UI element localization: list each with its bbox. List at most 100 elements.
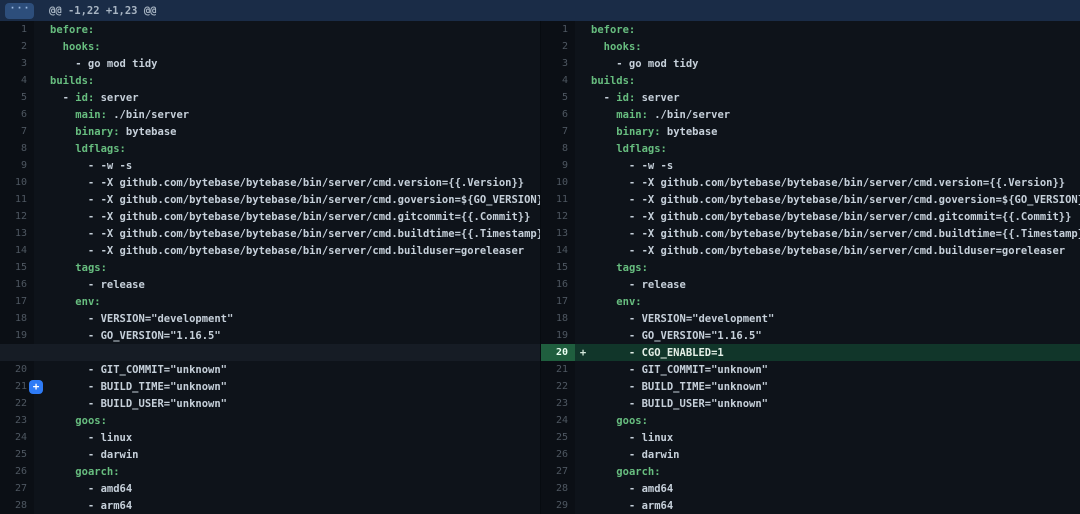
yaml-key: goos: — [75, 415, 107, 427]
line-number: 18 — [541, 310, 575, 327]
line-number: 10 — [0, 174, 34, 191]
code-line: goos: — [591, 415, 648, 427]
code-line: before: — [50, 24, 94, 36]
diff-row: 12 - -X github.com/bytebase/bytebase/bin… — [0, 208, 540, 225]
line-number: 18 — [0, 310, 34, 327]
diff-row: 22 - BUILD_TIME="unknown" — [541, 378, 1080, 395]
code-line: goos: — [50, 415, 107, 427]
diff-panes: 1before:2 hooks:3 - go mod tidy4builds:5… — [0, 21, 1080, 514]
yaml-text: - arm64 — [50, 500, 132, 512]
diff-row: 29 - arm64 — [541, 497, 1080, 514]
yaml-text — [50, 109, 75, 121]
yaml-text — [50, 41, 63, 53]
code-line: - linux — [50, 432, 132, 444]
line-number: 9 — [0, 157, 34, 174]
yaml-key: env: — [616, 296, 641, 308]
expand-hunk-button[interactable]: ··· — [5, 3, 34, 19]
code-line: - amd64 — [591, 483, 673, 495]
diff-row: 28 - amd64 — [541, 480, 1080, 497]
yaml-text: - BUILD_USER="unknown" — [50, 398, 227, 410]
code-line: - GIT_COMMIT="unknown" — [50, 364, 227, 376]
yaml-text — [50, 262, 75, 274]
yaml-text: - BUILD_TIME="unknown" — [591, 381, 768, 393]
yaml-text — [591, 262, 616, 274]
yaml-text: - linux — [50, 432, 132, 444]
diff-row: 2 hooks: — [0, 38, 540, 55]
diff-row: 21 - GIT_COMMIT="unknown" — [541, 361, 1080, 378]
yaml-text: - -w -s — [50, 160, 132, 172]
code-line: ldflags: — [591, 143, 667, 155]
code-line: - -X github.com/bytebase/bytebase/bin/se… — [50, 245, 524, 257]
code-line: - darwin — [591, 449, 680, 461]
code-line: - -w -s — [591, 160, 673, 172]
diff-pane-new: 1before:2 hooks:3 - go mod tidy4builds:5… — [540, 21, 1080, 514]
yaml-text: - -X github.com/bytebase/bytebase/bin/se… — [50, 211, 530, 223]
yaml-text: - GO_VERSION="1.16.5" — [50, 330, 221, 342]
diff-row: 13 - -X github.com/bytebase/bytebase/bin… — [0, 225, 540, 242]
line-number: 7 — [541, 123, 575, 140]
code-line: - GIT_COMMIT="unknown" — [591, 364, 768, 376]
yaml-key: tags: — [75, 262, 107, 274]
diff-row: 15 tags: — [0, 259, 540, 276]
diff-row: 12 - -X github.com/bytebase/bytebase/bin… — [541, 208, 1080, 225]
code-line: - id: server — [50, 92, 139, 104]
diff-row: 11 - -X github.com/bytebase/bytebase/bin… — [0, 191, 540, 208]
yaml-text: - GO_VERSION="1.16.5" — [591, 330, 762, 342]
line-number: 20 — [0, 361, 34, 378]
diff-row: 28 - arm64 — [0, 497, 540, 514]
yaml-key: tags: — [616, 262, 648, 274]
yaml-text: - -X github.com/bytebase/bytebase/bin/se… — [50, 245, 524, 257]
yaml-text: - go mod tidy — [50, 58, 157, 70]
diff-row: 14 - -X github.com/bytebase/bytebase/bin… — [0, 242, 540, 259]
diff-row: 27 - amd64 — [0, 480, 540, 497]
line-number: 14 — [0, 242, 34, 259]
code-line: - -X github.com/bytebase/bytebase/bin/se… — [50, 194, 540, 206]
yaml-text — [50, 296, 75, 308]
diff-row: 14 - -X github.com/bytebase/bytebase/bin… — [541, 242, 1080, 259]
code-line: - release — [591, 279, 686, 291]
line-number: 3 — [0, 55, 34, 72]
line-number: 13 — [0, 225, 34, 242]
diff-row: 8 ldflags: — [0, 140, 540, 157]
yaml-text: - darwin — [50, 449, 139, 461]
diff-row: 23 goos: — [0, 412, 540, 429]
code-line: - BUILD_USER="unknown" — [50, 398, 227, 410]
diff-row: 23 - BUILD_USER="unknown" — [541, 395, 1080, 412]
yaml-text: server — [635, 92, 679, 104]
code-line: - go mod tidy — [50, 58, 157, 70]
line-number: 7 — [0, 123, 34, 140]
diff-added-row: 20+ - CGO_ENABLED=1 — [541, 344, 1080, 361]
yaml-key: builds: — [50, 75, 94, 87]
code-line: - go mod tidy — [591, 58, 698, 70]
yaml-key: id: — [75, 92, 94, 104]
yaml-text — [591, 143, 616, 155]
code-line: - -w -s — [50, 160, 132, 172]
line-number: 13 — [541, 225, 575, 242]
line-number: 28 — [541, 480, 575, 497]
diff-row: 4builds: — [541, 72, 1080, 89]
yaml-key: goarch: — [75, 466, 119, 478]
yaml-key: ldflags: — [75, 143, 126, 155]
line-number: 17 — [0, 293, 34, 310]
yaml-text: - darwin — [591, 449, 680, 461]
diff-row: 17 env: — [541, 293, 1080, 310]
line-number: 5 — [0, 89, 34, 106]
line-number: 23 — [541, 395, 575, 412]
line-number: 24 — [541, 412, 575, 429]
code-line: tags: — [50, 262, 107, 274]
yaml-text: - release — [591, 279, 686, 291]
line-number: 11 — [0, 191, 34, 208]
yaml-key: hooks: — [604, 41, 642, 53]
hunk-header-bar: ··· @@ -1,22 +1,23 @@ — [0, 0, 1080, 21]
diff-pane-old: 1before:2 hooks:3 - go mod tidy4builds:5… — [0, 21, 540, 514]
code-line: binary: bytebase — [591, 126, 717, 138]
code-line: - BUILD_TIME="unknown" — [50, 381, 227, 393]
add-comment-button[interactable]: + — [29, 380, 43, 394]
line-number: 17 — [541, 293, 575, 310]
yaml-text: - -X github.com/bytebase/bytebase/bin/se… — [50, 228, 540, 240]
yaml-text — [50, 143, 75, 155]
diff-row: 16 - release — [0, 276, 540, 293]
code-line: ldflags: — [50, 143, 126, 155]
code-line: binary: bytebase — [50, 126, 176, 138]
diff-row: 26 goarch: — [0, 463, 540, 480]
